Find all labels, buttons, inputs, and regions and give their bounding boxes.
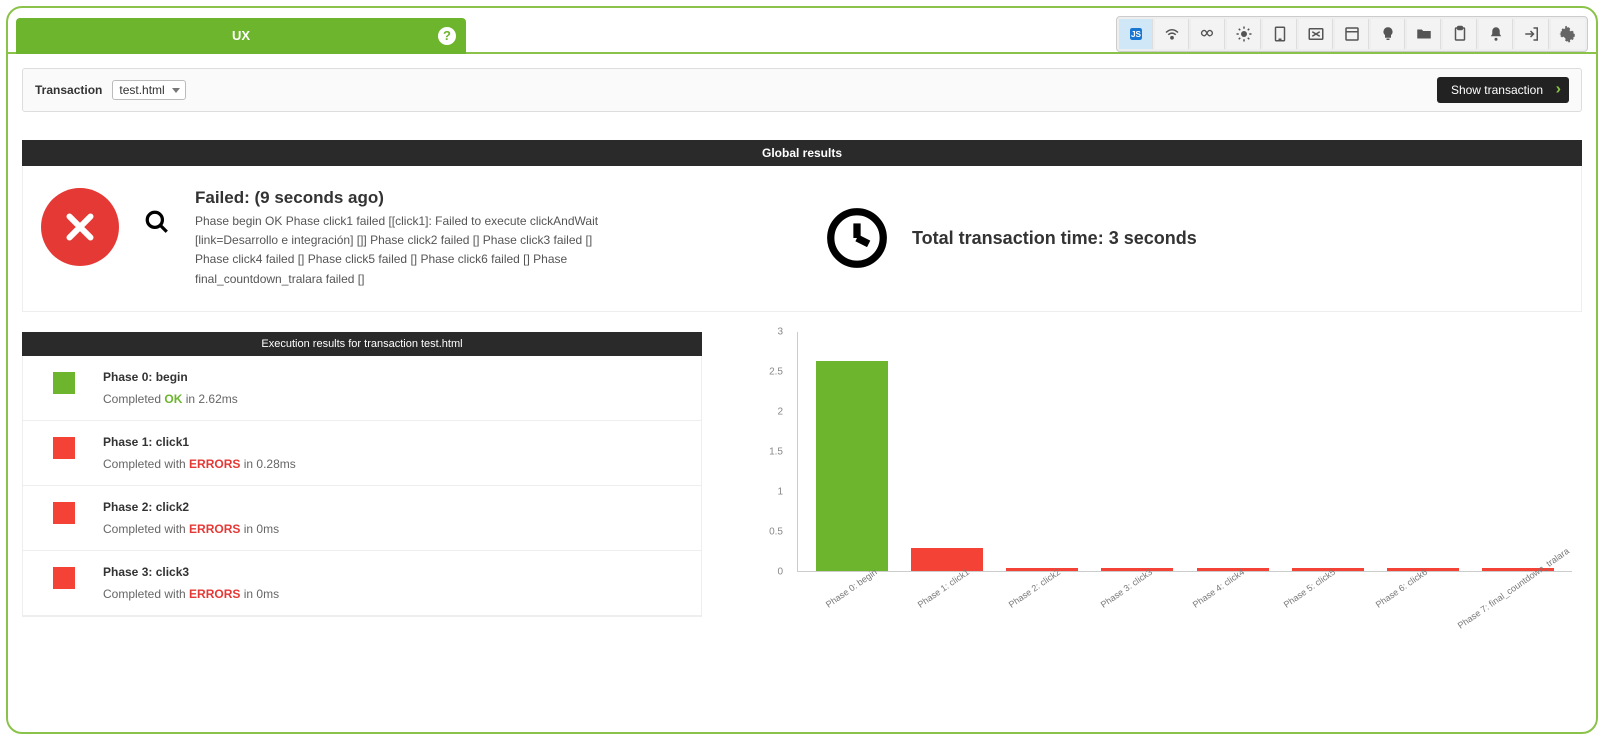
global-results-body: Failed: (9 seconds ago) Phase begin OK P… <box>22 166 1582 312</box>
phase-item[interactable]: Phase 1: click1 Completed with ERRORS in … <box>23 421 701 486</box>
clipboard-icon[interactable] <box>1443 19 1477 49</box>
toolbar: JS <box>1116 16 1588 52</box>
bulb-icon[interactable] <box>1371 19 1405 49</box>
phase-title: Phase 1: click1 <box>103 435 296 449</box>
infinity-icon[interactable] <box>1191 19 1225 49</box>
transaction-select[interactable]: test.html <box>112 80 185 100</box>
y-tick: 2.5 <box>769 366 783 377</box>
magnify-icon[interactable] <box>141 206 173 238</box>
clock-icon <box>822 203 892 273</box>
phase-title: Phase 3: click3 <box>103 565 279 579</box>
status-detail: Phase begin OK Phase click1 failed [[cli… <box>195 212 615 289</box>
phase-item[interactable]: Phase 0: begin Completed OK in 2.62ms <box>23 356 701 421</box>
phase-list[interactable]: Phase 0: beginCompleted OK in 2.62msPhas… <box>22 356 702 617</box>
phase-detail: Completed OK in 2.62ms <box>103 392 238 406</box>
wifi-icon[interactable] <box>1155 19 1189 49</box>
phase-item[interactable]: Phase 2: click2 Completed with ERRORS in … <box>23 486 701 551</box>
sun-icon[interactable] <box>1227 19 1261 49</box>
phase-detail: Completed with ERRORS in 0.28ms <box>103 457 296 471</box>
y-tick: 1 <box>777 486 783 497</box>
bell-icon[interactable] <box>1479 19 1513 49</box>
y-tick: 1.5 <box>769 446 783 457</box>
svg-text:JS: JS <box>1130 30 1141 39</box>
global-results-header: Global results <box>22 140 1582 166</box>
total-time-title: Total transaction time: 3 seconds <box>912 228 1197 249</box>
y-tick: 3 <box>777 326 783 337</box>
phase-detail: Completed with ERRORS in 0ms <box>103 522 279 536</box>
help-icon[interactable]: ? <box>438 27 456 45</box>
status-error-icon <box>53 437 75 459</box>
tab-ux-label: UX <box>232 18 250 54</box>
transaction-selected: test.html <box>119 83 164 97</box>
status-ok-icon <box>53 372 75 394</box>
window-icon[interactable] <box>1335 19 1369 49</box>
phase-title: Phase 2: click2 <box>103 500 279 514</box>
show-transaction-button[interactable]: Show transaction <box>1437 77 1569 103</box>
phase-duration-chart: 00.511.522.53 Phase 0: beginPhase 1: cli… <box>742 332 1582 642</box>
y-tick: 0.5 <box>769 526 783 537</box>
login-icon[interactable] <box>1515 19 1549 49</box>
transaction-label: Transaction <box>35 83 102 97</box>
execution-header: Execution results for transaction test.h… <box>22 332 702 356</box>
top-bar: UX ? JS <box>8 8 1596 54</box>
y-tick: 2 <box>777 406 783 417</box>
image-x-icon[interactable] <box>1299 19 1333 49</box>
badge-icon[interactable]: JS <box>1119 19 1153 49</box>
phase-detail: Completed with ERRORS in 0ms <box>103 587 279 601</box>
chart-bar <box>816 361 888 571</box>
transaction-row: Transaction test.html Show transaction <box>22 68 1582 112</box>
status-title: Failed: (9 seconds ago) <box>195 188 615 208</box>
gear-icon[interactable] <box>1551 19 1585 49</box>
folder-icon[interactable] <box>1407 19 1441 49</box>
tablet-icon[interactable] <box>1263 19 1297 49</box>
phase-item[interactable]: Phase 3: click3 Completed with ERRORS in … <box>23 551 701 616</box>
status-error-icon <box>53 502 75 524</box>
phase-title: Phase 0: begin <box>103 370 238 384</box>
status-error-icon <box>53 567 75 589</box>
fail-status-icon <box>41 188 119 266</box>
y-tick: 0 <box>777 566 783 577</box>
tab-ux[interactable]: UX ? <box>16 18 466 54</box>
